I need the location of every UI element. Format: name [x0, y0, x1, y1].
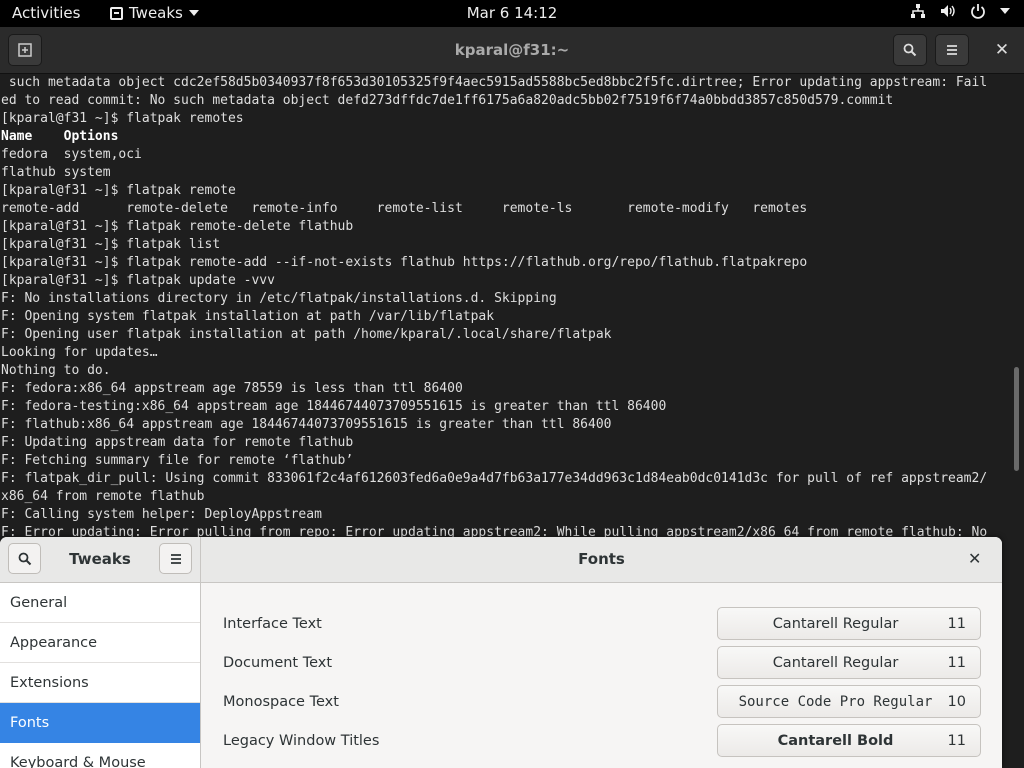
terminal-line: F: No installations directory in /etc/fl…: [1, 291, 557, 306]
terminal-line: [kparal@f31 ~]$ flatpak remote-delete fl…: [1, 219, 354, 234]
hamburger-icon: [947, 45, 957, 55]
font-row-monospace: Monospace Text Source Code Pro Regular 1…: [223, 685, 981, 719]
font-row-label: Document Text: [223, 655, 333, 671]
sidebar-item-fonts[interactable]: Fonts: [0, 703, 200, 743]
terminal-line: [kparal@f31 ~]$ flatpak remote: [1, 183, 236, 198]
sidebar-item-appearance[interactable]: Appearance: [0, 623, 200, 663]
terminal-line: Looking for updates…: [1, 345, 158, 360]
tweaks-app-icon: [110, 6, 123, 20]
terminal-line: Name Options: [1, 129, 119, 144]
sidebar-item-extensions[interactable]: Extensions: [0, 663, 200, 703]
tweaks-window: Tweaks Fonts ✕ General Appearance Extens…: [0, 537, 1002, 768]
tweaks-header-bar: Tweaks Fonts ✕: [0, 537, 1002, 583]
terminal-line: [kparal@f31 ~]$ flatpak remote-add --if-…: [1, 255, 808, 270]
terminal-scrollbar[interactable]: [1014, 367, 1019, 471]
system-tray[interactable]: [910, 3, 1010, 19]
font-row-label: Interface Text: [223, 616, 322, 632]
window-titles-font-button[interactable]: Cantarell Bold 11: [717, 724, 981, 757]
terminal-line: F: fedora:x86_64 appstream age 78559 is …: [1, 381, 463, 396]
clock[interactable]: Mar 6 14:12: [467, 4, 558, 22]
terminal-line: F: Fetching summary file for remote ‘fla…: [1, 453, 354, 468]
monospace-font-button[interactable]: Source Code Pro Regular 10: [717, 685, 981, 718]
close-icon: ✕: [994, 40, 1010, 60]
fonts-panel: Interface Text Cantarell Regular 11 Docu…: [201, 583, 1002, 768]
terminal-close-button[interactable]: ✕: [985, 34, 1019, 66]
tweaks-close-button[interactable]: ✕: [968, 549, 981, 568]
document-font-button[interactable]: Cantarell Regular 11: [717, 646, 981, 679]
terminal-search-button[interactable]: [893, 34, 927, 66]
terminal-line: F: Updating appstream data for remote fl…: [1, 435, 354, 450]
terminal-line: fedora system,oci: [1, 147, 142, 162]
sidebar-item-general[interactable]: General: [0, 583, 200, 623]
font-row-document: Document Text Cantarell Regular 11: [223, 646, 981, 680]
tweaks-menu-button[interactable]: [159, 543, 192, 574]
activities-button[interactable]: Activities: [12, 4, 80, 22]
app-menu-label: Tweaks: [129, 4, 183, 22]
font-size: 11: [947, 733, 966, 749]
font-name: Cantarell Regular: [772, 655, 899, 671]
chevron-down-icon: [188, 10, 199, 16]
terminal-header-bar: kparal@f31:~ ✕: [0, 27, 1024, 74]
volume-icon: [941, 5, 955, 17]
interface-font-button[interactable]: Cantarell Regular 11: [717, 607, 981, 640]
font-row-label: Legacy Window Titles: [223, 733, 380, 749]
terminal-line: F: flatpak_dir_pull: Using commit 833061…: [1, 471, 988, 486]
terminal-line: remote-add remote-delete remote-info rem…: [1, 201, 808, 216]
tweaks-sidebar: General Appearance Extensions Fonts Keyb…: [0, 583, 201, 768]
font-name: Cantarell Bold: [777, 733, 894, 749]
font-size: 10: [947, 694, 966, 710]
font-row-window-titles: Legacy Window Titles Cantarell Bold 11: [223, 724, 981, 758]
terminal-line: F: Opening system flatpak installation a…: [1, 309, 495, 324]
terminal-menu-button[interactable]: [935, 34, 969, 66]
terminal-line: such metadata object cdc2ef58d5b0340937f…: [1, 75, 988, 90]
terminal-output[interactable]: such metadata object cdc2ef58d5b0340937f…: [0, 74, 1010, 544]
terminal-line: Nothing to do.: [1, 363, 111, 378]
font-size: 11: [947, 655, 966, 671]
power-icon: [971, 4, 985, 19]
terminal-line: x86_64 from remote flathub: [1, 489, 205, 504]
font-name: Source Code Pro Regular: [738, 694, 933, 710]
terminal-line: F: Calling system helper: DeployAppstrea…: [1, 507, 322, 522]
terminal-line: ed to read commit: No such metadata obje…: [1, 93, 894, 108]
terminal-line: [kparal@f31 ~]$ flatpak update -vvv: [1, 273, 275, 288]
close-icon: ✕: [968, 549, 982, 568]
hamburger-icon: [170, 553, 181, 564]
font-size: 11: [947, 616, 966, 632]
terminal-line: flathub system: [1, 165, 111, 180]
sidebar-header: Tweaks: [0, 537, 201, 582]
terminal-line: [kparal@f31 ~]$ flatpak list: [1, 237, 221, 252]
terminal-title: kparal@f31:~: [454, 41, 570, 59]
font-name: Cantarell Regular: [772, 616, 899, 632]
app-menu-button[interactable]: Tweaks: [110, 4, 199, 22]
search-icon: [903, 43, 917, 57]
font-row-interface: Interface Text Cantarell Regular 11: [223, 607, 981, 641]
terminal-line: F: flathub:x86_64 appstream age 18446744…: [1, 417, 612, 432]
chevron-down-icon: [1000, 8, 1010, 14]
terminal-line: F: Opening user flatpak installation at …: [1, 327, 612, 342]
terminal-line: F: fedora-testing:x86_64 appstream age 1…: [1, 399, 667, 414]
sidebar-item-keyboard-mouse[interactable]: Keyboard & Mouse: [0, 743, 200, 768]
terminal-line: [kparal@f31 ~]$ flatpak remotes: [1, 111, 244, 126]
top-bar: Activities Tweaks Mar 6 14:12: [0, 0, 1024, 27]
font-row-label: Monospace Text: [223, 694, 339, 710]
page-title: Fonts: [578, 550, 625, 568]
network-icon: [911, 4, 925, 18]
